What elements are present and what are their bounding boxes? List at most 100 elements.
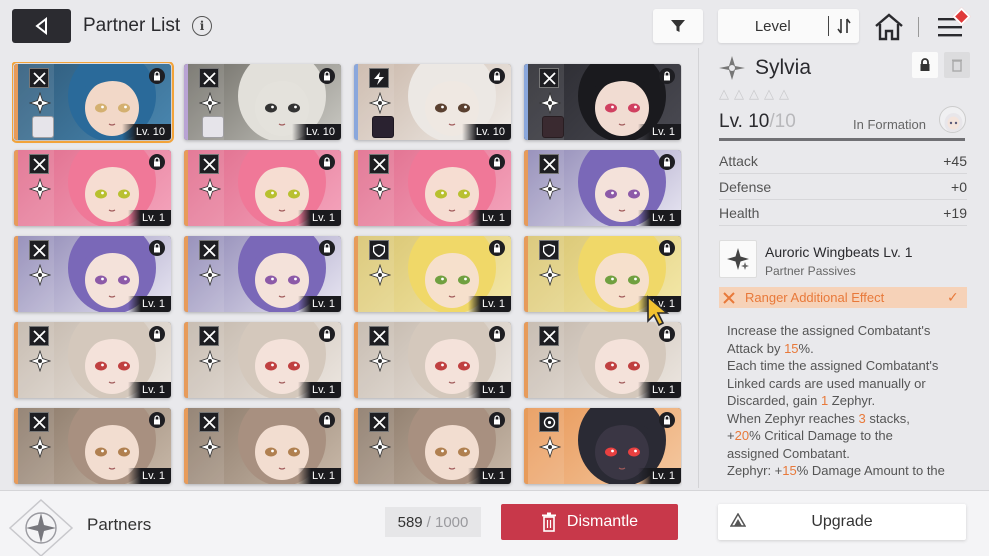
partner-card[interactable]: Lv. 1 (14, 236, 171, 312)
upgrade-button[interactable]: Upgrade (718, 504, 966, 540)
ranger-effect-icon (719, 287, 739, 308)
description-line: Attack by 15%. (727, 340, 973, 358)
lock-icon[interactable] (489, 154, 505, 170)
passive-skill-icon[interactable] (719, 240, 757, 278)
dismantle-button[interactable]: Dismantle (501, 504, 678, 540)
info-icon[interactable]: i (192, 16, 212, 36)
lock-icon[interactable] (149, 326, 165, 342)
ranger-class-icon (29, 436, 51, 458)
partner-grid: Lv. 10 Lv. 10 Lv. 10 Lv. 1 Lv. 1 Lv. 1 Lv. 1 Lv… (12, 62, 682, 490)
lock-icon[interactable] (659, 412, 675, 428)
partner-card[interactable]: Lv. 1 (14, 408, 171, 484)
lock-icon[interactable] (489, 326, 505, 342)
lock-icon[interactable] (319, 68, 335, 84)
crossed-swords-icon (539, 326, 559, 346)
crossed-swords-icon (199, 326, 219, 346)
partner-level-badge: Lv. 1 (297, 296, 341, 312)
check-icon: ✓ (947, 289, 959, 305)
dismantle-label: Dismantle (566, 513, 639, 530)
upgrade-arrow-icon (730, 513, 746, 527)
lock-icon[interactable] (659, 240, 675, 256)
ranger-class-icon (199, 92, 221, 114)
partner-card[interactable]: Lv. 10 (354, 64, 511, 140)
partner-card[interactable]: Lv. 1 (184, 236, 341, 312)
level-progress-bar (719, 138, 965, 141)
description-line: Zephyr: +15% Damage Amount to the (727, 462, 973, 480)
rarity-strip (184, 150, 188, 226)
rarity-strip (184, 322, 188, 398)
star-icon: △ (764, 86, 774, 101)
ranger-effect-bar[interactable]: Ranger Additional Effect ✓ (719, 287, 967, 308)
sort-selector[interactable]: Level (718, 9, 859, 43)
crossed-swords-icon (29, 240, 49, 260)
crossed-swords-icon (199, 240, 219, 260)
partner-card[interactable]: Lv. 10 (12, 62, 174, 143)
description-line: assigned Combatant. (727, 445, 973, 463)
home-icon[interactable] (873, 12, 905, 42)
filter-button[interactable] (653, 9, 703, 43)
star-icon: △ (779, 86, 789, 101)
partner-card[interactable]: Lv. 10 (184, 64, 341, 140)
lock-icon[interactable] (489, 240, 505, 256)
lock-icon[interactable] (149, 68, 165, 84)
lock-icon[interactable] (319, 412, 335, 428)
rarity-strip (524, 150, 528, 226)
stat-label: Attack (719, 153, 758, 169)
partner-card[interactable]: Lv. 1 (524, 322, 681, 398)
partner-level-badge: Lv. 1 (467, 468, 511, 484)
partner-level-badge: Lv. 1 (637, 468, 681, 484)
partner-card[interactable]: Lv. 1 (184, 150, 341, 226)
lock-icon[interactable] (659, 68, 675, 84)
partner-card[interactable]: Lv. 1 (524, 408, 681, 484)
lock-icon[interactable] (489, 412, 505, 428)
partner-card[interactable]: Lv. 1 (524, 150, 681, 226)
lock-toggle-button[interactable] (912, 52, 938, 78)
rarity-strip (354, 150, 358, 226)
lock-icon[interactable] (319, 326, 335, 342)
ranger-class-icon (539, 264, 561, 286)
partner-card[interactable]: Lv. 1 (354, 150, 511, 226)
partner-card[interactable]: Lv. 1 (354, 408, 511, 484)
crossed-swords-icon (369, 412, 389, 432)
formation-avatar[interactable] (939, 106, 966, 133)
rarity-strip (14, 236, 18, 312)
partner-level-badge: Lv. 1 (127, 468, 171, 484)
lock-icon[interactable] (149, 240, 165, 256)
partner-level-badge: Lv. 1 (637, 382, 681, 398)
ranger-class-icon (29, 178, 51, 200)
lock-icon[interactable] (659, 326, 675, 342)
partner-card[interactable]: Lv. 1 (184, 322, 341, 398)
lock-icon[interactable] (319, 154, 335, 170)
description-line: Each time the assigned Combatant's (727, 357, 973, 375)
ranger-class-icon (29, 350, 51, 372)
page-title: Partner List (83, 15, 181, 36)
lock-icon[interactable] (659, 154, 675, 170)
partner-card[interactable]: Lv. 1 (354, 236, 511, 312)
ranger-effect-label: Ranger Additional Effect (745, 290, 885, 305)
rarity-strip (354, 408, 358, 484)
lock-icon[interactable] (319, 240, 335, 256)
rarity-strip (354, 322, 358, 398)
lock-icon[interactable] (489, 68, 505, 84)
ranger-class-icon (539, 350, 561, 372)
description-text: stacks, (865, 410, 910, 426)
partner-level-badge: Lv. 1 (297, 382, 341, 398)
partner-level-badge: Lv. 1 (127, 296, 171, 312)
description-line: +20% Critical Damage to the (727, 427, 973, 445)
partner-card[interactable]: Lv. 1 (354, 322, 511, 398)
rarity-stars: △ △ △ △ △ (719, 86, 792, 101)
trash-button[interactable] (944, 52, 970, 78)
description-line: Discarded, gain 1 Zephyr. (727, 392, 973, 410)
lock-icon[interactable] (149, 412, 165, 428)
highlight-value: 3 (858, 410, 866, 426)
partner-card[interactable]: Lv. 1 (184, 408, 341, 484)
back-button[interactable] (12, 9, 71, 43)
description-text: Zephyr. (828, 393, 876, 408)
partner-card[interactable]: Lv. 1 (524, 64, 681, 140)
partner-card[interactable]: Lv. 1 (14, 150, 171, 226)
sort-order-icon[interactable] (829, 18, 859, 34)
stat-label: Defense (719, 179, 772, 195)
lock-icon[interactable] (149, 154, 165, 170)
partner-card[interactable]: Lv. 1 (14, 322, 171, 398)
ranger-class-icon (369, 264, 391, 286)
